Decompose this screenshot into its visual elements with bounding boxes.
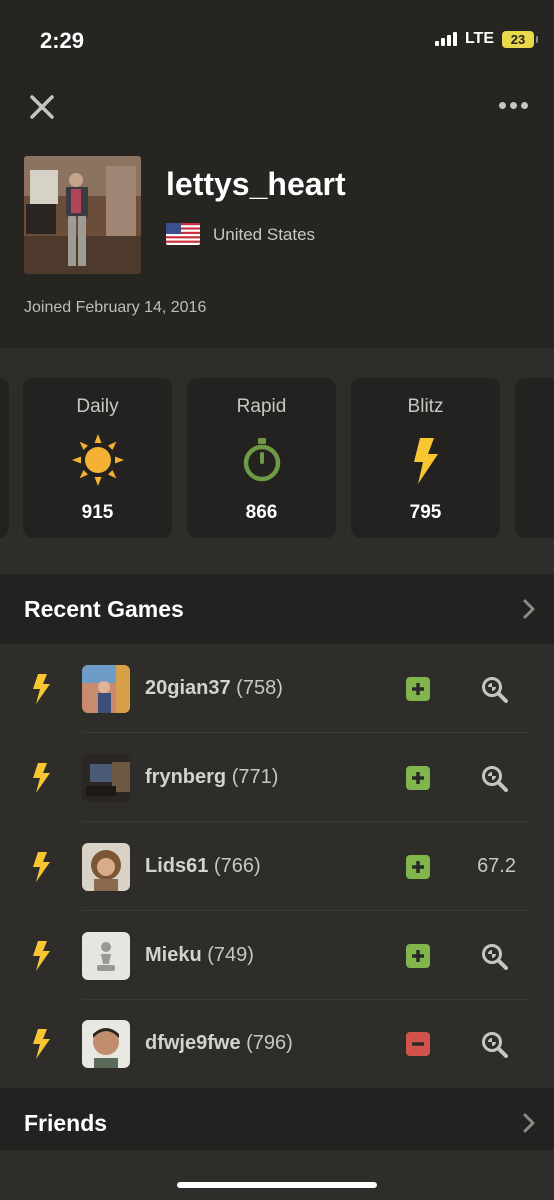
game-row[interactable]: frynberg (771) — [0, 733, 554, 822]
recent-games-title: Recent Games — [24, 596, 184, 622]
sun-icon — [71, 434, 124, 486]
recent-games-list: 20gian37 (758) frynberg (771) Lids61 (76… — [0, 644, 554, 1088]
rating-card-daily[interactable]: Daily 915 — [23, 378, 172, 538]
game-row[interactable]: Mieku (749) — [0, 911, 554, 1000]
rating-card-blitz[interactable]: Blitz 795 — [351, 378, 500, 538]
recent-games-header[interactable]: Recent Games — [0, 574, 554, 644]
opponent-avatar[interactable] — [82, 932, 130, 980]
status-bar: 2:29 LTE 23 — [0, 0, 554, 80]
chevron-right-icon — [523, 1113, 535, 1133]
pawn-icon — [82, 932, 130, 980]
analyze-icon[interactable] — [481, 943, 508, 970]
close-icon — [30, 95, 54, 119]
opponent-avatar[interactable] — [82, 665, 130, 713]
battery-icon: 23 — [502, 30, 538, 48]
lightning-icon — [413, 438, 438, 484]
status-time: 2:29 — [40, 28, 85, 53]
profile-header: lettys_heart United States Joined Februa… — [0, 80, 554, 348]
rating-card-rapid[interactable]: Rapid 866 — [187, 378, 336, 538]
opponent-name: frynberg (771) — [145, 766, 279, 788]
win-badge — [406, 944, 430, 968]
friends-title: Friends — [24, 1110, 108, 1136]
blitz-icon — [33, 763, 50, 793]
blitz-icon — [33, 941, 50, 971]
win-badge — [406, 677, 430, 701]
plus-icon — [412, 861, 424, 873]
profile-avatar[interactable] — [24, 156, 141, 274]
rating-label: Rapid — [236, 396, 287, 417]
win-badge — [406, 766, 430, 790]
game-row[interactable]: dfwje9fwe (796) — [0, 999, 554, 1088]
minus-icon — [412, 1042, 424, 1046]
rating-value: 915 — [81, 502, 114, 523]
country-label: United States — [213, 225, 316, 244]
more-horizontal-icon — [499, 102, 506, 109]
signal-icon — [434, 32, 457, 46]
analyze-icon[interactable] — [481, 676, 508, 703]
friends-header[interactable]: Friends — [0, 1088, 554, 1150]
opponent-avatar[interactable] — [82, 843, 130, 891]
opponent-name: Mieku (749) — [145, 944, 254, 966]
opponent-name: Lids61 (766) — [145, 855, 261, 877]
blitz-icon — [33, 852, 50, 882]
game-row[interactable]: 20gian37 (758) — [0, 644, 554, 733]
blitz-icon — [33, 1029, 50, 1059]
loss-badge — [406, 1032, 430, 1056]
game-row[interactable]: Lids61 (766) 67.2 — [0, 822, 554, 911]
opponent-name: dfwje9fwe (796) — [145, 1032, 293, 1054]
rating-label: Daily — [76, 396, 119, 417]
opponent-name: 20gian37 (758) — [145, 677, 283, 699]
plus-icon — [412, 950, 424, 962]
blitz-icon — [33, 674, 50, 704]
rating-label: Blitz — [407, 396, 444, 417]
win-badge — [406, 855, 430, 879]
opponent-avatar[interactable] — [82, 1020, 130, 1068]
stopwatch-icon — [243, 438, 280, 482]
status-indicators: LTE 23 — [434, 30, 538, 48]
plus-icon — [412, 683, 424, 695]
opponent-avatar[interactable] — [82, 754, 130, 802]
network-label: LTE — [464, 30, 494, 47]
username: lettys_heart — [166, 166, 346, 202]
close-button[interactable] — [28, 93, 56, 121]
us-flag-icon — [166, 223, 200, 245]
rating-value: 866 — [245, 502, 278, 523]
more-options-button[interactable] — [499, 102, 528, 109]
rating-card-partial-left[interactable] — [0, 378, 9, 538]
chevron-right-icon — [523, 599, 535, 619]
rating-value: 795 — [409, 502, 442, 523]
rating-card-partial-right[interactable] — [515, 378, 554, 538]
analyze-icon[interactable] — [481, 1031, 508, 1058]
joined-date: Joined February 14, 2016 — [24, 299, 207, 316]
analyze-icon[interactable] — [481, 765, 508, 792]
home-indicator[interactable] — [177, 1182, 377, 1188]
bottom-area — [0, 1150, 554, 1200]
accuracy-score[interactable]: 67.2 — [477, 855, 516, 878]
ratings-carousel[interactable]: Daily 915 Rapid 866 Blitz 795 — [0, 348, 554, 574]
plus-icon — [412, 772, 424, 784]
